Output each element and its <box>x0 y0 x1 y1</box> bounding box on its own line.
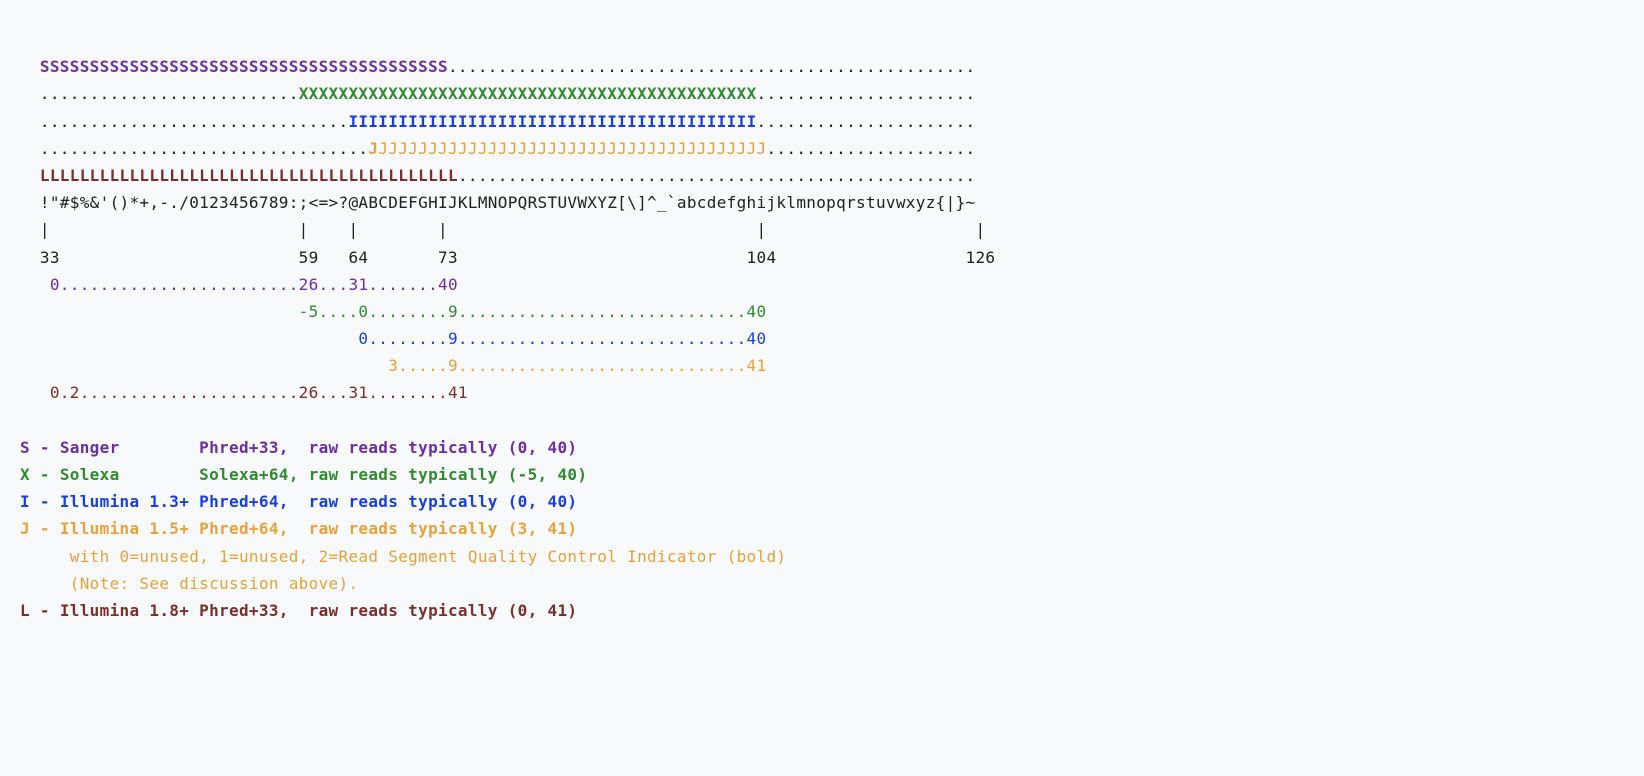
legend-sanger: S - Sanger Phred+33, raw reads typically… <box>20 438 577 457</box>
range-sanger: SSSSSSSSSSSSSSSSSSSSSSSSSSSSSSSSSSSSSSSS… <box>40 57 448 76</box>
score-scale-illumina15: 3.....9.............................41 <box>20 356 766 375</box>
score-scale-illumina18: 0.2......................26...31........… <box>20 383 468 402</box>
range-illumina13: IIIIIIIIIIIIIIIIIIIIIIIIIIIIIIIIIIIIIIII… <box>348 112 756 131</box>
range-illumina18: LLLLLLLLLLLLLLLLLLLLLLLLLLLLLLLLLLLLLLLL… <box>40 166 458 185</box>
score-scale-solexa: -5....0........9........................… <box>20 302 766 321</box>
row-illumina15: .................................JJJJJJJ… <box>20 139 976 158</box>
filler: ...................... <box>757 112 976 131</box>
filler: .......................... <box>40 84 299 103</box>
filler: ...................... <box>757 84 976 103</box>
row-illumina18: LLLLLLLLLLLLLLLLLLLLLLLLLLLLLLLLLLLLLLLL… <box>20 166 975 185</box>
quality-encoding-diagram: SSSSSSSSSSSSSSSSSSSSSSSSSSSSSSSSSSSSSSSS… <box>0 0 1644 664</box>
ascii-tick-bars: | | | | | | <box>20 220 985 239</box>
filler: ..................... <box>766 139 975 158</box>
filler: ............................... <box>40 112 349 131</box>
row-illumina13: ...............................IIIIIIIII… <box>20 112 976 131</box>
row-solexa: ..........................XXXXXXXXXXXXXX… <box>20 84 976 103</box>
legend-illumina18: L - Illumina 1.8+ Phred+33, raw reads ty… <box>20 601 577 620</box>
ascii-tick-values: 33 59 64 73 104 126 <box>20 248 995 267</box>
legend-illumina15-note1: with 0=unused, 1=unused, 2=Read Segment … <box>20 547 786 566</box>
legend-illumina13: I - Illumina 1.3+ Phred+64, raw reads ty… <box>20 492 577 511</box>
range-illumina15-bold: J <box>368 139 378 158</box>
score-scale-sanger: 0........................26...31.......4… <box>20 275 458 294</box>
row-sanger: SSSSSSSSSSSSSSSSSSSSSSSSSSSSSSSSSSSSSSSS… <box>20 57 975 76</box>
filler: ........................................… <box>458 166 976 185</box>
legend-illumina15-note2: (Note: See discussion above). <box>20 574 358 593</box>
legend-solexa: X - Solexa Solexa+64, raw reads typicall… <box>20 465 587 484</box>
ascii-axis: !"#$%&'()*+,-./0123456789:;<=>?@ABCDEFGH… <box>20 193 975 212</box>
score-scale-illumina13: 0........9.............................4… <box>20 329 766 348</box>
legend-illumina15: J - Illumina 1.5+ Phred+64, raw reads ty… <box>20 519 577 538</box>
range-solexa: XXXXXXXXXXXXXXXXXXXXXXXXXXXXXXXXXXXXXXXX… <box>299 84 757 103</box>
filler: ........................................… <box>448 57 976 76</box>
filler: ................................. <box>40 139 368 158</box>
range-illumina15: JJJJJJJJJJJJJJJJJJJJJJJJJJJJJJJJJJJJJJJ <box>378 139 766 158</box>
